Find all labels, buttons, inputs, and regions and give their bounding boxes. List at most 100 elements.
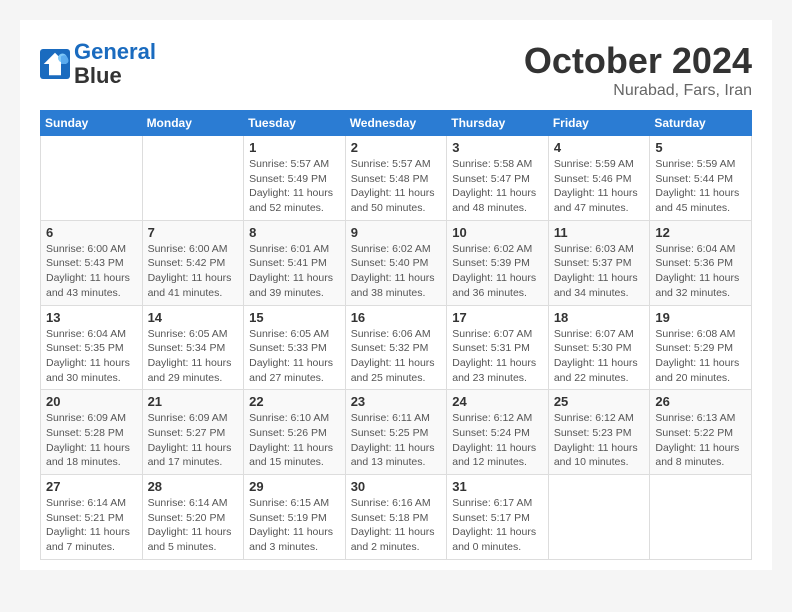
weekday-header: Wednesday: [345, 111, 447, 136]
day-info: Sunrise: 6:02 AM Sunset: 5:39 PM Dayligh…: [452, 242, 543, 301]
day-info: Sunrise: 6:04 AM Sunset: 5:35 PM Dayligh…: [46, 327, 137, 386]
weekday-header-row: SundayMondayTuesdayWednesdayThursdayFrid…: [41, 111, 752, 136]
calendar-cell: 27 Sunrise: 6:14 AM Sunset: 5:21 PM Dayli…: [41, 475, 143, 560]
day-info: Sunrise: 6:01 AM Sunset: 5:41 PM Dayligh…: [249, 242, 340, 301]
day-number: 11: [554, 225, 645, 240]
day-number: 23: [351, 394, 442, 409]
day-number: 20: [46, 394, 137, 409]
weekday-header: Friday: [548, 111, 650, 136]
calendar-cell: 3 Sunrise: 5:58 AM Sunset: 5:47 PM Daylig…: [447, 136, 549, 221]
month-title: October 2024: [524, 40, 752, 82]
day-info: Sunrise: 6:11 AM Sunset: 5:25 PM Dayligh…: [351, 411, 442, 470]
calendar-week-row: 1 Sunrise: 5:57 AM Sunset: 5:49 PM Daylig…: [41, 136, 752, 221]
day-info: Sunrise: 6:07 AM Sunset: 5:31 PM Dayligh…: [452, 327, 543, 386]
weekday-header: Saturday: [650, 111, 752, 136]
calendar-week-row: 6 Sunrise: 6:00 AM Sunset: 5:43 PM Daylig…: [41, 220, 752, 305]
weekday-header: Tuesday: [244, 111, 346, 136]
day-number: 29: [249, 479, 340, 494]
calendar-cell: 12Sunrise: 6:04 AM Sunset: 5:36 PM Dayli…: [650, 220, 752, 305]
day-number: 13: [46, 310, 137, 325]
day-number: 22: [249, 394, 340, 409]
weekday-header: Thursday: [447, 111, 549, 136]
calendar-cell: 4 Sunrise: 5:59 AM Sunset: 5:46 PM Daylig…: [548, 136, 650, 221]
day-number: 27: [46, 479, 137, 494]
day-info: Sunrise: 6:00 AM Sunset: 5:42 PM Dayligh…: [148, 242, 239, 301]
calendar-week-row: 20 Sunrise: 6:09 AM Sunset: 5:28 PM Dayli…: [41, 390, 752, 475]
day-number: 30: [351, 479, 442, 494]
day-number: 24: [452, 394, 543, 409]
title-block: October 2024 Nurabad, Fars, Iran: [524, 40, 752, 100]
calendar-cell: 30 Sunrise: 6:16 AM Sunset: 5:18 PM Dayli…: [345, 475, 447, 560]
calendar-cell: 14Sunrise: 6:05 AM Sunset: 5:34 PM Dayli…: [142, 305, 244, 390]
calendar-week-row: 27 Sunrise: 6:14 AM Sunset: 5:21 PM Dayli…: [41, 475, 752, 560]
day-info: Sunrise: 6:06 AM Sunset: 5:32 PM Dayligh…: [351, 327, 442, 386]
day-info: Sunrise: 6:08 AM Sunset: 5:29 PM Dayligh…: [655, 327, 746, 386]
day-number: 5: [655, 140, 746, 155]
day-info: Sunrise: 5:59 AM Sunset: 5:44 PM Dayligh…: [655, 157, 746, 216]
day-number: 1: [249, 140, 340, 155]
day-number: 4: [554, 140, 645, 155]
day-number: 15: [249, 310, 340, 325]
day-info: Sunrise: 6:09 AM Sunset: 5:27 PM Dayligh…: [148, 411, 239, 470]
day-info: Sunrise: 5:58 AM Sunset: 5:47 PM Dayligh…: [452, 157, 543, 216]
weekday-header: Monday: [142, 111, 244, 136]
day-info: Sunrise: 6:09 AM Sunset: 5:28 PM Dayligh…: [46, 411, 137, 470]
day-number: 8: [249, 225, 340, 240]
calendar-cell: 17Sunrise: 6:07 AM Sunset: 5:31 PM Dayli…: [447, 305, 549, 390]
header: General Blue October 2024 Nurabad, Fars,…: [40, 40, 752, 100]
calendar-cell: 11 Sunrise: 6:03 AM Sunset: 5:37 PM Dayli…: [548, 220, 650, 305]
calendar-cell: 18 Sunrise: 6:07 AM Sunset: 5:30 PM Dayli…: [548, 305, 650, 390]
day-number: 25: [554, 394, 645, 409]
day-info: Sunrise: 6:15 AM Sunset: 5:19 PM Dayligh…: [249, 496, 340, 555]
logo-icon: [40, 49, 70, 79]
day-info: Sunrise: 6:14 AM Sunset: 5:20 PM Dayligh…: [148, 496, 239, 555]
day-number: 16: [351, 310, 442, 325]
calendar-cell: [142, 136, 244, 221]
day-number: 21: [148, 394, 239, 409]
calendar-cell: 7Sunrise: 6:00 AM Sunset: 5:42 PM Daylig…: [142, 220, 244, 305]
calendar-cell: 10 Sunrise: 6:02 AM Sunset: 5:39 PM Dayli…: [447, 220, 549, 305]
day-info: Sunrise: 6:05 AM Sunset: 5:34 PM Dayligh…: [148, 327, 239, 386]
day-info: Sunrise: 6:14 AM Sunset: 5:21 PM Dayligh…: [46, 496, 137, 555]
day-info: Sunrise: 5:57 AM Sunset: 5:49 PM Dayligh…: [249, 157, 340, 216]
day-info: Sunrise: 6:05 AM Sunset: 5:33 PM Dayligh…: [249, 327, 340, 386]
day-number: 12: [655, 225, 746, 240]
day-info: Sunrise: 6:12 AM Sunset: 5:24 PM Dayligh…: [452, 411, 543, 470]
day-info: Sunrise: 6:16 AM Sunset: 5:18 PM Dayligh…: [351, 496, 442, 555]
calendar-cell: 29 Sunrise: 6:15 AM Sunset: 5:19 PM Dayli…: [244, 475, 346, 560]
calendar-cell: 13 Sunrise: 6:04 AM Sunset: 5:35 PM Dayli…: [41, 305, 143, 390]
day-info: Sunrise: 6:13 AM Sunset: 5:22 PM Dayligh…: [655, 411, 746, 470]
day-info: Sunrise: 6:07 AM Sunset: 5:30 PM Dayligh…: [554, 327, 645, 386]
calendar-week-row: 13 Sunrise: 6:04 AM Sunset: 5:35 PM Dayli…: [41, 305, 752, 390]
logo-text: General Blue: [74, 40, 156, 88]
day-number: 10: [452, 225, 543, 240]
day-number: 6: [46, 225, 137, 240]
calendar-cell: 26Sunrise: 6:13 AM Sunset: 5:22 PM Dayli…: [650, 390, 752, 475]
day-info: Sunrise: 6:02 AM Sunset: 5:40 PM Dayligh…: [351, 242, 442, 301]
calendar-cell: 2Sunrise: 5:57 AM Sunset: 5:48 PM Daylig…: [345, 136, 447, 221]
calendar-cell: [650, 475, 752, 560]
calendar-cell: 22Sunrise: 6:10 AM Sunset: 5:26 PM Dayli…: [244, 390, 346, 475]
day-info: Sunrise: 6:00 AM Sunset: 5:43 PM Dayligh…: [46, 242, 137, 301]
day-info: Sunrise: 6:17 AM Sunset: 5:17 PM Dayligh…: [452, 496, 543, 555]
day-number: 28: [148, 479, 239, 494]
day-number: 18: [554, 310, 645, 325]
calendar-cell: 6 Sunrise: 6:00 AM Sunset: 5:43 PM Daylig…: [41, 220, 143, 305]
calendar-cell: 24 Sunrise: 6:12 AM Sunset: 5:24 PM Dayli…: [447, 390, 549, 475]
calendar-cell: 16 Sunrise: 6:06 AM Sunset: 5:32 PM Dayli…: [345, 305, 447, 390]
day-number: 2: [351, 140, 442, 155]
calendar-cell: [548, 475, 650, 560]
day-number: 3: [452, 140, 543, 155]
logo: General Blue: [40, 40, 156, 88]
calendar-cell: 20 Sunrise: 6:09 AM Sunset: 5:28 PM Dayli…: [41, 390, 143, 475]
calendar-cell: 9Sunrise: 6:02 AM Sunset: 5:40 PM Daylig…: [345, 220, 447, 305]
calendar-cell: [41, 136, 143, 221]
calendar-cell: 15 Sunrise: 6:05 AM Sunset: 5:33 PM Dayli…: [244, 305, 346, 390]
calendar-cell: 23 Sunrise: 6:11 AM Sunset: 5:25 PM Dayli…: [345, 390, 447, 475]
day-info: Sunrise: 6:03 AM Sunset: 5:37 PM Dayligh…: [554, 242, 645, 301]
day-info: Sunrise: 5:59 AM Sunset: 5:46 PM Dayligh…: [554, 157, 645, 216]
calendar-table: SundayMondayTuesdayWednesdayThursdayFrid…: [40, 110, 752, 560]
weekday-header: Sunday: [41, 111, 143, 136]
calendar-cell: 28 Sunrise: 6:14 AM Sunset: 5:20 PM Dayli…: [142, 475, 244, 560]
calendar-cell: 21 Sunrise: 6:09 AM Sunset: 5:27 PM Dayli…: [142, 390, 244, 475]
